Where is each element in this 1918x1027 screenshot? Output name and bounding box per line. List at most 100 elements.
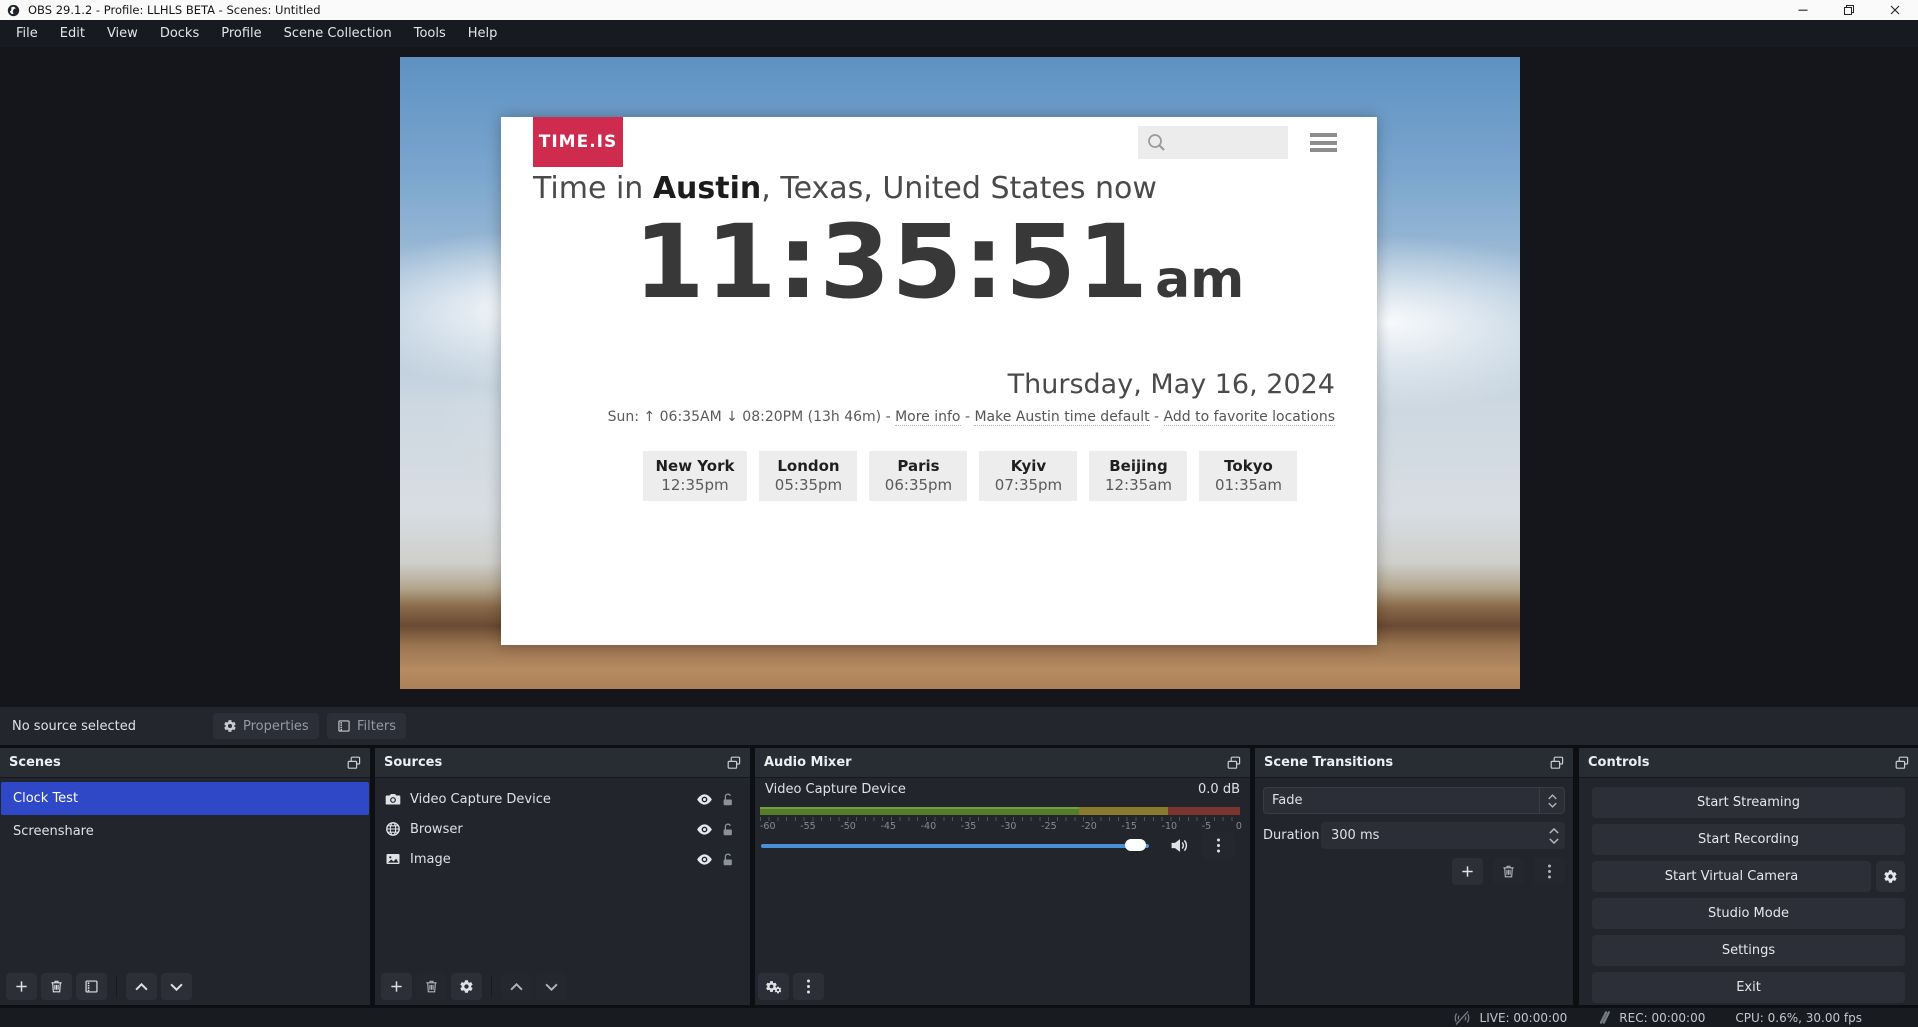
advanced-audio-button[interactable] — [758, 973, 789, 1000]
city-box: New York12:35pm — [643, 451, 748, 501]
spin-down-icon[interactable] — [1549, 838, 1559, 844]
dock-area: Scenes Clock Test Screenshare Sources — [0, 745, 1918, 1008]
duration-spinner[interactable]: 300 ms — [1321, 822, 1565, 849]
scene-filters-button[interactable] — [76, 973, 107, 1000]
remove-scene-button[interactable] — [41, 973, 72, 1000]
scene-item-screenshare[interactable]: Screenshare — [1, 815, 369, 848]
record-inactive-icon — [1597, 1010, 1611, 1025]
sources-title: Sources — [384, 755, 727, 770]
camera-icon — [385, 791, 401, 807]
source-item-image[interactable]: Image — [375, 844, 750, 874]
status-bar: LIVE: 00:00:00 REC: 00:00:00 CPU: 0.6%, … — [0, 1008, 1918, 1027]
world-clock-row: New York12:35pm London05:35pm Paris06:35… — [501, 451, 1377, 501]
menu-edit[interactable]: Edit — [49, 20, 96, 47]
volume-meter — [760, 807, 1240, 815]
transition-select[interactable]: Fade — [1263, 787, 1565, 814]
browser-source-timeis[interactable]: TIME.IS Time in Austin, Texas, United St… — [501, 117, 1377, 645]
add-scene-button[interactable] — [6, 973, 37, 1000]
city-box: London05:35pm — [759, 451, 857, 501]
remove-transition-button[interactable] — [1493, 858, 1524, 885]
studio-mode-button[interactable]: Studio Mode — [1592, 898, 1905, 929]
obs-window: OBS 29.1.2 - Profile: LLHLS BETA - Scene… — [0, 0, 1918, 1027]
menu-help[interactable]: Help — [457, 20, 509, 47]
add-transition-button[interactable] — [1452, 858, 1483, 885]
filters-button[interactable]: Filters — [327, 713, 406, 739]
menu-file[interactable]: File — [5, 20, 49, 47]
popout-icon[interactable] — [347, 756, 361, 770]
source-context-toolbar: No source selected Properties Filters — [0, 707, 1918, 745]
speaker-icon[interactable] — [1170, 837, 1189, 854]
properties-button[interactable]: Properties — [213, 713, 319, 739]
virtual-camera-settings-button[interactable] — [1876, 861, 1905, 892]
menu-scene-collection[interactable]: Scene Collection — [273, 20, 403, 47]
popout-icon[interactable] — [1550, 756, 1564, 770]
scene-canvas[interactable]: TIME.IS Time in Austin, Texas, United St… — [400, 57, 1520, 689]
volume-slider[interactable] — [761, 844, 1149, 848]
popout-icon[interactable] — [727, 756, 741, 770]
popout-icon[interactable] — [1895, 756, 1909, 770]
mixer-toolbar — [758, 973, 824, 1000]
minimize-button[interactable] — [1780, 0, 1826, 20]
make-default-link: Make Austin time default — [974, 409, 1149, 426]
lock-icon[interactable] — [716, 822, 740, 837]
settings-button[interactable]: Settings — [1592, 935, 1905, 966]
timeis-date: Thursday, May 16, 2024 — [501, 369, 1335, 400]
move-scene-up-button[interactable] — [126, 973, 157, 1000]
timeis-heading: Time in Austin, Texas, United States now — [533, 171, 1353, 206]
properties-label: Properties — [243, 719, 309, 734]
window-titlebar: OBS 29.1.2 - Profile: LLHLS BETA - Scene… — [0, 0, 1918, 20]
timeis-clock: 11:35:51am — [501, 203, 1377, 322]
popout-icon[interactable] — [1227, 756, 1241, 770]
menu-bar: File Edit View Docks Profile Scene Colle… — [0, 20, 1918, 47]
source-item-video-capture[interactable]: Video Capture Device — [375, 784, 750, 814]
city-box: Kyiv07:35pm — [979, 451, 1077, 501]
search-icon — [1146, 132, 1168, 154]
move-scene-down-button[interactable] — [161, 973, 192, 1000]
start-recording-button[interactable]: Start Recording — [1592, 824, 1905, 855]
start-virtual-camera-button[interactable]: Start Virtual Camera — [1592, 861, 1871, 892]
start-streaming-button[interactable]: Start Streaming — [1592, 787, 1905, 818]
chevron-up-down-icon — [1539, 788, 1564, 813]
scenes-title: Scenes — [9, 755, 347, 770]
close-button[interactable] — [1872, 0, 1918, 20]
menu-profile[interactable]: Profile — [210, 20, 272, 47]
visibility-eye-icon[interactable] — [692, 851, 716, 868]
exit-button[interactable]: Exit — [1592, 972, 1905, 1003]
mixer-channel-db: 0.0 dB — [1198, 782, 1240, 797]
menu-docks[interactable]: Docks — [149, 20, 210, 47]
add-source-button[interactable] — [381, 973, 412, 1000]
visibility-eye-icon[interactable] — [692, 791, 716, 808]
kebab-menu-icon — [807, 985, 810, 988]
transitions-title: Scene Transitions — [1264, 755, 1550, 770]
stream-inactive-icon — [1452, 1010, 1472, 1026]
city-box: Tokyo01:35am — [1199, 451, 1297, 501]
move-source-down-button[interactable] — [536, 973, 567, 1000]
timeis-logo: TIME.IS — [533, 117, 623, 167]
live-timer: LIVE: 00:00:00 — [1480, 1011, 1568, 1025]
obs-logo-icon — [7, 4, 20, 17]
mixer-menu-button[interactable] — [793, 973, 824, 1000]
controls-title: Controls — [1588, 755, 1895, 770]
add-favorite-link: Add to favorite locations — [1164, 409, 1335, 426]
visibility-eye-icon[interactable] — [692, 821, 716, 838]
spin-up-icon[interactable] — [1549, 828, 1559, 834]
remove-source-button[interactable] — [416, 973, 447, 1000]
lock-icon[interactable] — [716, 852, 740, 867]
mixer-options-button[interactable] — [1202, 832, 1235, 859]
audio-mixer-title: Audio Mixer — [764, 755, 1227, 770]
scene-item-clock-test[interactable]: Clock Test — [1, 782, 369, 815]
lock-icon[interactable] — [716, 792, 740, 807]
kebab-menu-icon — [1217, 844, 1220, 847]
menu-tools[interactable]: Tools — [403, 20, 457, 47]
restore-button[interactable] — [1826, 0, 1872, 20]
source-item-browser[interactable]: Browser — [375, 814, 750, 844]
globe-icon — [385, 821, 401, 837]
city-box: Beijing12:35am — [1089, 451, 1187, 501]
window-title: OBS 29.1.2 - Profile: LLHLS BETA - Scene… — [28, 0, 321, 20]
cpu-fps-stats: CPU: 0.6%, 30.00 fps — [1735, 1011, 1862, 1025]
menu-view[interactable]: View — [96, 20, 149, 47]
volume-slider-handle[interactable] — [1125, 839, 1146, 851]
transition-properties-button[interactable] — [1534, 858, 1565, 885]
move-source-up-button[interactable] — [501, 973, 532, 1000]
source-properties-button[interactable] — [451, 973, 482, 1000]
